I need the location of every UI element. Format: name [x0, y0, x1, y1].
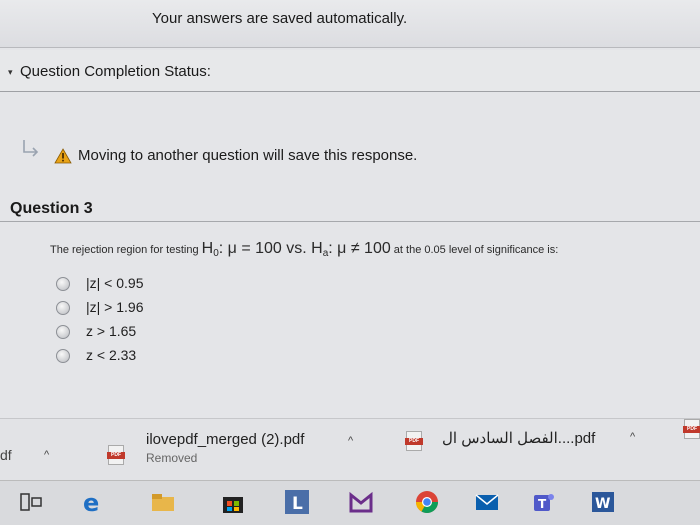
pdf-file-icon: PDF	[107, 445, 125, 465]
radio-button[interactable]	[56, 349, 70, 363]
task-view-icon[interactable]	[18, 489, 44, 515]
answer-label[interactable]: z > 1.65	[86, 323, 136, 339]
chrome-icon[interactable]	[414, 489, 440, 515]
radio-button[interactable]	[56, 277, 70, 291]
teams-letter: T	[538, 497, 547, 511]
question-completion-status[interactable]: ▾ Question Completion Status:	[0, 50, 700, 92]
answer-options: |z| < 0.95 |z| > 1.96 z > 1.65 z < 2.33	[56, 274, 356, 370]
h0-symbol: H	[201, 240, 214, 257]
h0-statement: : μ = 100 vs.	[218, 240, 312, 257]
warning-icon	[54, 148, 72, 164]
pdf-badge: PDF	[683, 426, 700, 433]
teams-icon[interactable]: T	[530, 489, 556, 515]
download-status: Removed	[146, 451, 198, 465]
app-l-letter: L	[292, 494, 303, 514]
download-filename[interactable]: ilovepdf_merged (2).pdf	[146, 431, 304, 448]
download-bar: df ^ PDF ilovepdf_merged (2).pdf Removed…	[0, 418, 700, 480]
chevron-up-icon[interactable]: ^	[630, 431, 635, 443]
mail-icon[interactable]	[474, 489, 500, 515]
question-stem: The rejection region for testing H0: μ =…	[50, 240, 680, 259]
question-title: Question 3	[10, 200, 93, 217]
word-icon[interactable]: W	[590, 489, 616, 515]
save-notice: Moving to another question will save thi…	[20, 136, 680, 176]
pdf-badge: PDF	[107, 452, 125, 459]
pdf-badge: PDF	[405, 438, 423, 445]
answer-label[interactable]: |z| < 0.95	[86, 275, 143, 291]
app-l-icon[interactable]: L	[284, 489, 310, 515]
chevron-down-icon[interactable]: ▾	[8, 67, 13, 78]
pdf-file-icon: PDF	[683, 419, 700, 439]
radio-button[interactable]	[56, 325, 70, 339]
store-icon[interactable]	[220, 489, 246, 515]
file-explorer-icon[interactable]	[150, 489, 176, 515]
app-m-icon[interactable]	[348, 489, 374, 515]
top-bar: Your answers are saved automatically.	[0, 0, 700, 48]
ha-statement: : μ ≠ 100	[328, 240, 391, 257]
save-notice-text: Moving to another question will save thi…	[78, 147, 418, 164]
taskbar: e L T W	[0, 480, 700, 525]
download-item-partial[interactable]: df	[0, 447, 12, 463]
stem-suffix: at the 0.05 level of significance is:	[390, 244, 559, 256]
chevron-up-icon[interactable]: ^	[44, 449, 49, 461]
completion-status-label[interactable]: Question Completion Status:	[20, 63, 211, 80]
answer-option[interactable]: z < 2.33	[56, 346, 356, 370]
answer-option[interactable]: |z| > 1.96	[56, 298, 356, 322]
download-filename[interactable]: الفصل السادس ال....pdf	[442, 430, 595, 447]
answer-option[interactable]: |z| < 0.95	[56, 274, 356, 298]
download-item[interactable]: الفصل السادس ال....pdf	[442, 429, 595, 447]
svg-text:e: e	[83, 489, 99, 515]
question-text: The rejection region for testing H0: μ =…	[50, 240, 680, 259]
question-header: Question 3	[0, 192, 700, 222]
edge-icon[interactable]: e	[80, 489, 106, 515]
stem-prefix: The rejection region for testing	[50, 244, 202, 256]
ha-symbol: H	[311, 240, 323, 257]
chevron-up-icon[interactable]: ^	[348, 435, 353, 447]
answer-label[interactable]: z < 2.33	[86, 347, 136, 363]
download-item[interactable]: ilovepdf_merged (2).pdf Removed	[146, 431, 304, 465]
answer-label[interactable]: |z| > 1.96	[86, 299, 143, 315]
word-letter: W	[595, 496, 610, 512]
autosave-message: Your answers are saved automatically.	[152, 10, 408, 27]
pdf-file-icon: PDF	[405, 431, 423, 451]
radio-button[interactable]	[56, 301, 70, 315]
answer-option[interactable]: z > 1.65	[56, 322, 356, 346]
return-arrow-icon	[23, 140, 39, 157]
